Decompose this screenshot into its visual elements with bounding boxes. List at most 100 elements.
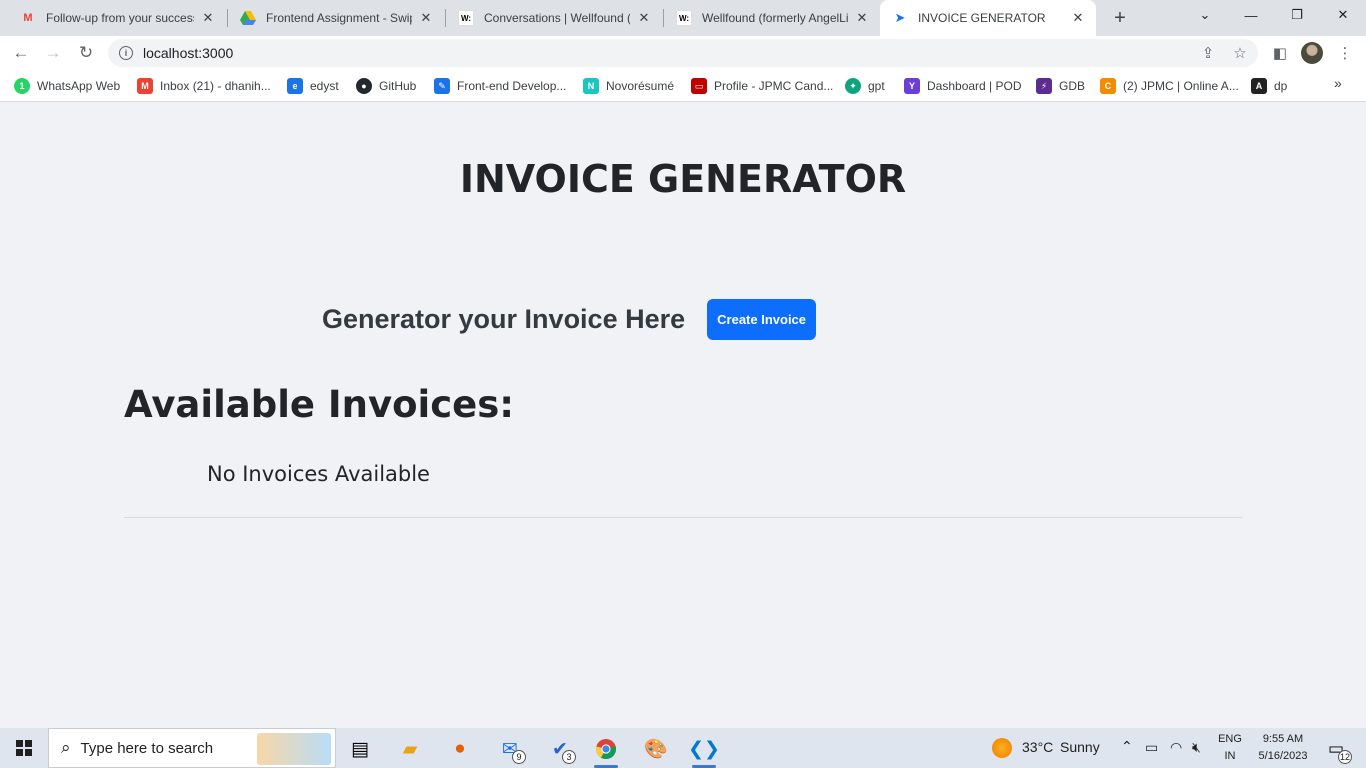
bookmark-item[interactable]: N Novorésumé: [583, 75, 674, 97]
clock-date: 5/16/2023: [1258, 750, 1308, 762]
windows-taskbar: ⌕ Type here to search ▤ ▰ ● ✉ 9 ✔ 3 🎨 ❮❯ 3…: [0, 728, 1366, 768]
clock-time: 9:55 AM: [1262, 733, 1304, 745]
chrome-icon[interactable]: [586, 732, 626, 768]
openai-icon: ✦: [845, 78, 861, 94]
browser-tab[interactable]: Frontend Assignment - Swipe ✕: [228, 0, 444, 36]
reload-icon[interactable]: ↻: [74, 41, 98, 65]
wellfound-icon: W:: [458, 10, 474, 26]
new-tab-button[interactable]: +: [1108, 6, 1132, 30]
wellfound-icon: W:: [676, 10, 692, 26]
bookmark-item[interactable]: 1 WhatsApp Web: [14, 75, 120, 97]
page-title: INVOICE GENERATOR: [459, 157, 907, 201]
url-text[interactable]: localhost:3000: [143, 45, 233, 61]
available-invoices-heading: Available Invoices:: [124, 383, 515, 426]
menu-kebab-icon[interactable]: ⋮: [1333, 41, 1357, 65]
bookmark-label: (2) JPMC | Online A...: [1123, 79, 1239, 93]
bookmark-item[interactable]: ● GitHub: [356, 75, 416, 97]
tab-search-chevron-icon[interactable]: ⌄: [1182, 0, 1228, 30]
wifi-icon[interactable]: ◠: [1170, 739, 1182, 756]
bookmark-label: Dashboard | POD: [927, 79, 1022, 93]
show-hidden-icons-chevron-icon[interactable]: ⌃: [1121, 738, 1133, 755]
restore-button[interactable]: ❐: [1274, 0, 1320, 30]
browser-tab-active[interactable]: ➤ INVOICE GENERATOR ✕: [880, 0, 1096, 36]
gdb-icon: ⚡: [1036, 78, 1052, 94]
site-info-icon[interactable]: i: [119, 46, 133, 60]
browser-tab[interactable]: M Follow-up from your success ✕: [8, 0, 226, 36]
generator-row: Generator your Invoice Here Create Invoi…: [322, 298, 817, 340]
close-tab-icon[interactable]: ✕: [854, 10, 870, 26]
close-tab-icon[interactable]: ✕: [1070, 10, 1086, 26]
side-panel-icon[interactable]: ◧: [1268, 41, 1292, 65]
share-icon[interactable]: ⇪: [1196, 41, 1220, 65]
todo-icon[interactable]: ✔ 3: [540, 732, 580, 766]
bookmark-item[interactable]: Y Dashboard | POD: [904, 75, 1022, 97]
notification-count: 12: [1338, 750, 1352, 764]
close-tab-icon[interactable]: ✕: [636, 10, 652, 26]
empty-invoices-message: No Invoices Available: [207, 462, 430, 486]
bookmark-label: WhatsApp Web: [37, 79, 121, 93]
close-tab-icon[interactable]: ✕: [418, 10, 434, 26]
page-content: INVOICE GENERATOR Generator your Invoice…: [0, 103, 1366, 728]
whatsapp-icon: 1: [14, 78, 30, 94]
close-tab-icon[interactable]: ✕: [200, 10, 216, 26]
bookmark-item[interactable]: M Inbox (21) - dhanih...: [137, 75, 271, 97]
github-icon: ●: [356, 78, 372, 94]
language-indicator[interactable]: ENG IN: [1215, 731, 1245, 765]
bookmark-item[interactable]: C (2) JPMC | Online A...: [1100, 75, 1239, 97]
mail-icon[interactable]: ✉ 9: [490, 732, 530, 766]
clock[interactable]: 9:55 AM 5/16/2023: [1252, 731, 1314, 765]
address-bar[interactable]: i localhost:3000: [108, 39, 1258, 67]
browser-toolbar: ← → ↻ i localhost:3000 ⇪ ☆ ◧ ⋮: [0, 36, 1366, 70]
search-highlight-image: [257, 733, 331, 765]
bookmark-item[interactable]: Adp: [1251, 75, 1287, 97]
bookmark-label: GDB: [1059, 79, 1086, 93]
taskbar-search-input[interactable]: ⌕ Type here to search: [48, 728, 336, 768]
weather-temperature[interactable]: 33°C: [1022, 739, 1053, 755]
create-invoice-button[interactable]: Create Invoice: [707, 298, 817, 340]
profile-avatar[interactable]: [1301, 42, 1323, 64]
speaker-muted-icon[interactable]: 🔇︎: [1192, 739, 1201, 756]
tab-title: Follow-up from your success: [46, 11, 194, 25]
bookmark-item[interactable]: e edyst: [287, 75, 339, 97]
bookmark-label: GitHub: [379, 79, 417, 93]
bookmark-label: Front-end Develop...: [457, 79, 567, 93]
bookmark-item[interactable]: ⚡ GDB: [1036, 75, 1085, 97]
pod-icon: Y: [904, 78, 920, 94]
hackerrank-icon: C: [1100, 78, 1116, 94]
back-arrow-icon[interactable]: ←: [9, 41, 33, 65]
more-bookmarks-chevron-icon[interactable]: »: [1334, 75, 1342, 91]
paint-icon[interactable]: 🎨: [636, 732, 676, 766]
file-explorer-icon[interactable]: ▰: [390, 732, 430, 766]
start-button[interactable]: [0, 728, 48, 768]
task-view-icon[interactable]: ▤: [340, 732, 380, 766]
todo-badge: 3: [562, 750, 576, 764]
browser-tab[interactable]: W: Conversations | Wellfound (fo ✕: [446, 0, 662, 36]
gmail-icon: M: [137, 78, 153, 94]
close-window-button[interactable]: ✕: [1320, 0, 1366, 30]
notifications-icon[interactable]: ▭ 12: [1316, 732, 1356, 766]
bookmark-item[interactable]: ▭ Profile - JPMC Cand...: [691, 75, 833, 97]
bookmarks-bar: 1 WhatsApp Web M Inbox (21) - dhanih... ee…: [0, 70, 1366, 102]
pen-icon: ✎: [434, 78, 450, 94]
minimize-button[interactable]: —: [1228, 0, 1274, 30]
bookmark-item[interactable]: ✎ Front-end Develop...: [434, 75, 566, 97]
bookmark-star-icon[interactable]: ☆: [1228, 41, 1252, 65]
language-code: ENG: [1218, 733, 1242, 745]
forward-arrow-icon[interactable]: →: [41, 41, 65, 65]
tab-title: Wellfound (formerly AngelLis: [702, 11, 848, 25]
bookmark-label: edyst: [310, 79, 339, 93]
paper-plane-icon: ➤: [894, 10, 906, 25]
weather-condition[interactable]: Sunny: [1060, 739, 1100, 755]
firefox-icon[interactable]: ●: [440, 732, 480, 766]
battery-icon[interactable]: ▭: [1145, 739, 1158, 756]
windows-logo-icon: [16, 740, 32, 756]
browser-tab-strip: M Follow-up from your success ✕ Frontend…: [0, 0, 1366, 36]
tab-title: Conversations | Wellfound (fo: [484, 11, 630, 25]
divider: [124, 517, 1242, 518]
browser-tab[interactable]: W: Wellfound (formerly AngelLis ✕: [664, 0, 880, 36]
novoresume-icon: N: [583, 78, 599, 94]
bookmark-item[interactable]: ✦ gpt: [845, 75, 885, 97]
vscode-icon[interactable]: ❮❯: [684, 732, 724, 768]
bookmark-label: Inbox (21) - dhanih...: [160, 79, 271, 93]
bookmark-label: Profile - JPMC Cand...: [714, 79, 834, 93]
